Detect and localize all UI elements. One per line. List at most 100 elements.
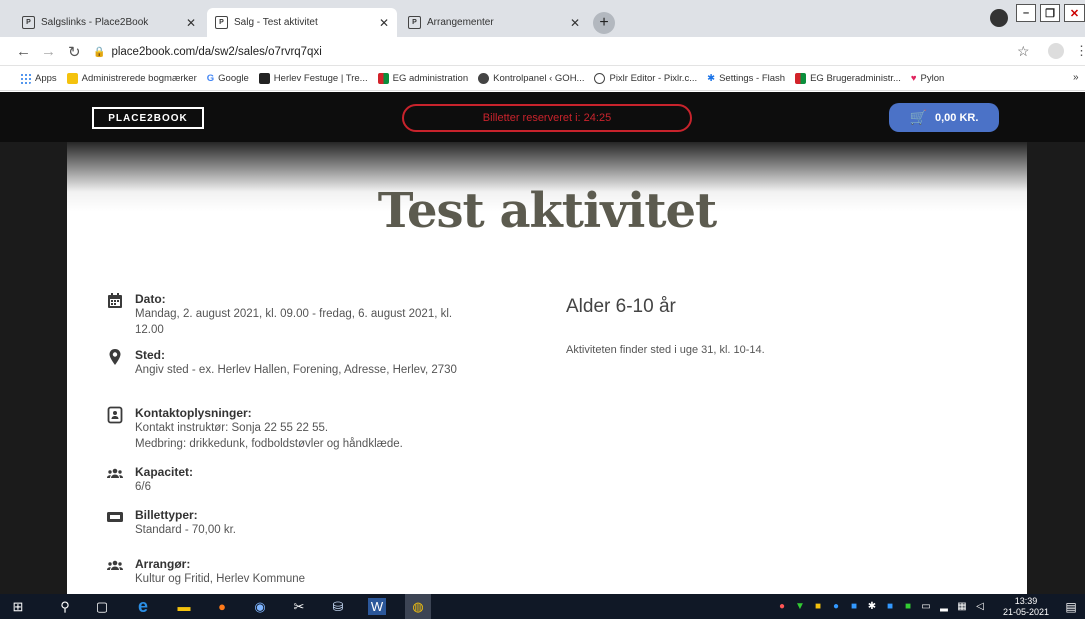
signal-icon[interactable]: ▂ — [935, 598, 953, 615]
group-icon — [106, 557, 124, 575]
info-value: Kultur og Fritid, Herlev Kommune — [135, 573, 306, 585]
address-bar[interactable]: 🔒 place2book.com/da/sw2/sales/o7rvrq7qxi — [93, 41, 1023, 63]
age-heading: Alder 6-10 år — [566, 296, 676, 317]
tab-salg-test-aktivitet[interactable]: P Salg - Test aktivitet ✕ — [207, 8, 397, 37]
bookmark-google[interactable]: G Google — [207, 73, 249, 84]
tray-icon[interactable]: ■ — [809, 598, 827, 615]
ticket-icon — [106, 508, 124, 526]
close-tab-icon[interactable]: ✕ — [186, 16, 196, 30]
tab-title: Salg - Test aktivitet — [234, 17, 318, 28]
eg-icon — [377, 72, 389, 84]
tab-arrangementer[interactable]: P Arrangementer ✕ — [400, 8, 588, 37]
info-label: Dato: — [135, 292, 166, 306]
maximize-icon[interactable]: ❐ — [1040, 4, 1060, 22]
battery-icon[interactable]: ▭ — [917, 598, 935, 615]
bookmark-kontrolpanel[interactable]: Kontrolpanel ‹ GOH... — [478, 72, 585, 84]
network-app-icon[interactable]: ⛁ — [329, 598, 347, 615]
task-view-icon[interactable]: ▢ — [93, 598, 111, 615]
menu-dots-icon[interactable]: ⋮ — [1075, 43, 1085, 59]
windows-start-icon[interactable]: ⊞ — [9, 598, 27, 615]
location-pin-icon — [106, 348, 124, 366]
tray-icon[interactable]: ■ — [881, 598, 899, 615]
google-icon: G — [206, 72, 215, 84]
url-text: place2book.com/da/sw2/sales/o7rvrq7qxi — [111, 46, 322, 58]
more-bookmarks-icon[interactable]: » — [1073, 72, 1079, 83]
close-tab-icon[interactable]: ✕ — [570, 16, 580, 30]
forward-arrow-icon[interactable]: → — [41, 43, 56, 60]
bookmark-eg-brugeradmin[interactable]: EG Brugeradministr... — [795, 72, 901, 84]
cart-button[interactable]: 🛒 0,00 KR. — [889, 103, 999, 132]
chrome-icon[interactable]: ◍ — [405, 594, 431, 619]
info-value: Angiv sted - ex. Herlev Hallen, Forening… — [135, 364, 457, 376]
bookmark-label: Apps — [35, 72, 57, 84]
tray-icon[interactable]: ● — [773, 598, 791, 615]
cart-icon: 🛒 — [909, 109, 927, 125]
tray-icon[interactable]: ▼ — [791, 598, 809, 615]
account-icon[interactable] — [1048, 43, 1064, 59]
back-arrow-icon[interactable]: ← — [16, 43, 31, 60]
cart-amount: 0,00 KR. — [935, 111, 979, 124]
bookmark-label: EG administration — [392, 72, 469, 84]
bookmark-settings-flash[interactable]: ✱ Settings - Flash — [707, 73, 785, 84]
file-explorer-icon[interactable]: ▬ — [175, 598, 193, 615]
place2book-logo[interactable]: PLACE2BOOK — [92, 107, 204, 129]
event-title: Test aktivitet — [377, 183, 717, 239]
info-dato: Dato: Mandag, 2. august 2021, kl. 09.00 … — [106, 292, 466, 342]
browser-toolbar: ← → ↻ 🔒 place2book.com/da/sw2/sales/o7rv… — [0, 37, 1085, 66]
bookmark-apps[interactable]: Apps — [20, 72, 57, 84]
close-tab-icon[interactable]: ✕ — [379, 16, 389, 30]
bookmark-label: Google — [218, 72, 249, 84]
bookmark-pixlr[interactable]: Pixlr Editor - Pixlr.c... — [594, 72, 697, 84]
pixlr-icon — [594, 72, 606, 84]
bookmark-pylon[interactable]: ♥ Pylon — [911, 73, 944, 84]
gear-icon: ✱ — [707, 72, 716, 84]
browser-icon[interactable]: ◉ — [251, 598, 269, 615]
tray-icon[interactable]: ■ — [899, 598, 917, 615]
info-value: 6/6 — [135, 481, 151, 493]
firefox-icon[interactable]: ● — [213, 598, 231, 615]
info-label: Billettyper: — [135, 508, 198, 522]
new-tab-button[interactable]: + — [593, 12, 615, 34]
taskbar-clock[interactable]: 13:39 21-05-2021 — [1000, 596, 1052, 618]
tray-icon[interactable]: ● — [827, 598, 845, 615]
info-value: Mandag, 2. august 2021, kl. 09.00 - fred… — [135, 308, 453, 336]
event-description: Aktiviteten finder sted i uge 31, kl. 10… — [566, 344, 765, 356]
info-sted: Sted: Angiv sted - ex. Herlev Hallen, Fo… — [106, 348, 466, 398]
place2book-favicon-icon: P — [22, 16, 35, 29]
word-icon[interactable]: W — [368, 598, 386, 615]
notifications-icon[interactable]: ▤ — [1062, 598, 1080, 615]
bookmark-label: Administrerede bogmærker — [81, 72, 197, 84]
keyboard-icon[interactable]: ▦ — [953, 598, 971, 615]
bookmark-label: Herlev Festuge | Tre... — [273, 72, 368, 84]
bookmark-label: Kontrolpanel ‹ GOH... — [493, 72, 585, 84]
edge-icon[interactable]: e — [134, 596, 152, 616]
bookmark-star-icon[interactable]: ☆ — [1017, 43, 1030, 60]
info-value: Kontakt instruktør: Sonja 22 55 22 55. M… — [135, 422, 403, 450]
tray-icon[interactable]: ■ — [845, 598, 863, 615]
contact-card-icon — [106, 406, 124, 424]
info-label: Kapacitet: — [135, 465, 194, 479]
minimize-icon[interactable]: – — [1016, 4, 1036, 22]
info-label: Sted: — [135, 348, 165, 362]
close-window-icon[interactable]: ✕ — [1064, 4, 1085, 22]
bookmark-eg-administration[interactable]: EG administration — [377, 72, 469, 84]
trello-icon — [258, 72, 270, 84]
bookmark-administrerede[interactable]: Administrerede bogmærker — [66, 72, 197, 84]
clock-date: 21-05-2021 — [1002, 607, 1050, 617]
apps-grid-icon — [20, 72, 31, 84]
globe-icon — [478, 72, 490, 84]
place2book-favicon-icon: P — [408, 16, 421, 29]
search-icon[interactable]: ⚲ — [56, 598, 74, 615]
info-label: Kontaktoplysninger: — [135, 406, 252, 420]
tab-salgslinks[interactable]: P Salgslinks - Place2Book ✕ — [14, 8, 204, 37]
reload-icon[interactable]: ↻ — [68, 43, 81, 61]
bookmark-herlev-festuge[interactable]: Herlev Festuge | Tre... — [258, 72, 368, 84]
info-billettyper: Billettyper: Standard - 70,00 kr. — [106, 508, 466, 544]
bluetooth-icon[interactable]: ✱ — [863, 598, 881, 615]
calendar-icon — [106, 292, 124, 310]
volume-icon[interactable]: ◁ — [971, 598, 989, 615]
tools-icon[interactable]: ✂ — [290, 598, 308, 615]
windows-taskbar: ⊞ ⚲ ▢ e ▬ ● ◉ ✂ ⛁ W ◍ ● ▼ ■ ● ■ ✱ ■ ■ ▭ … — [0, 594, 1085, 619]
profile-menu-icon[interactable] — [990, 9, 1008, 27]
reservation-timer: Billetter reserveret i: 24:25 — [402, 104, 692, 132]
